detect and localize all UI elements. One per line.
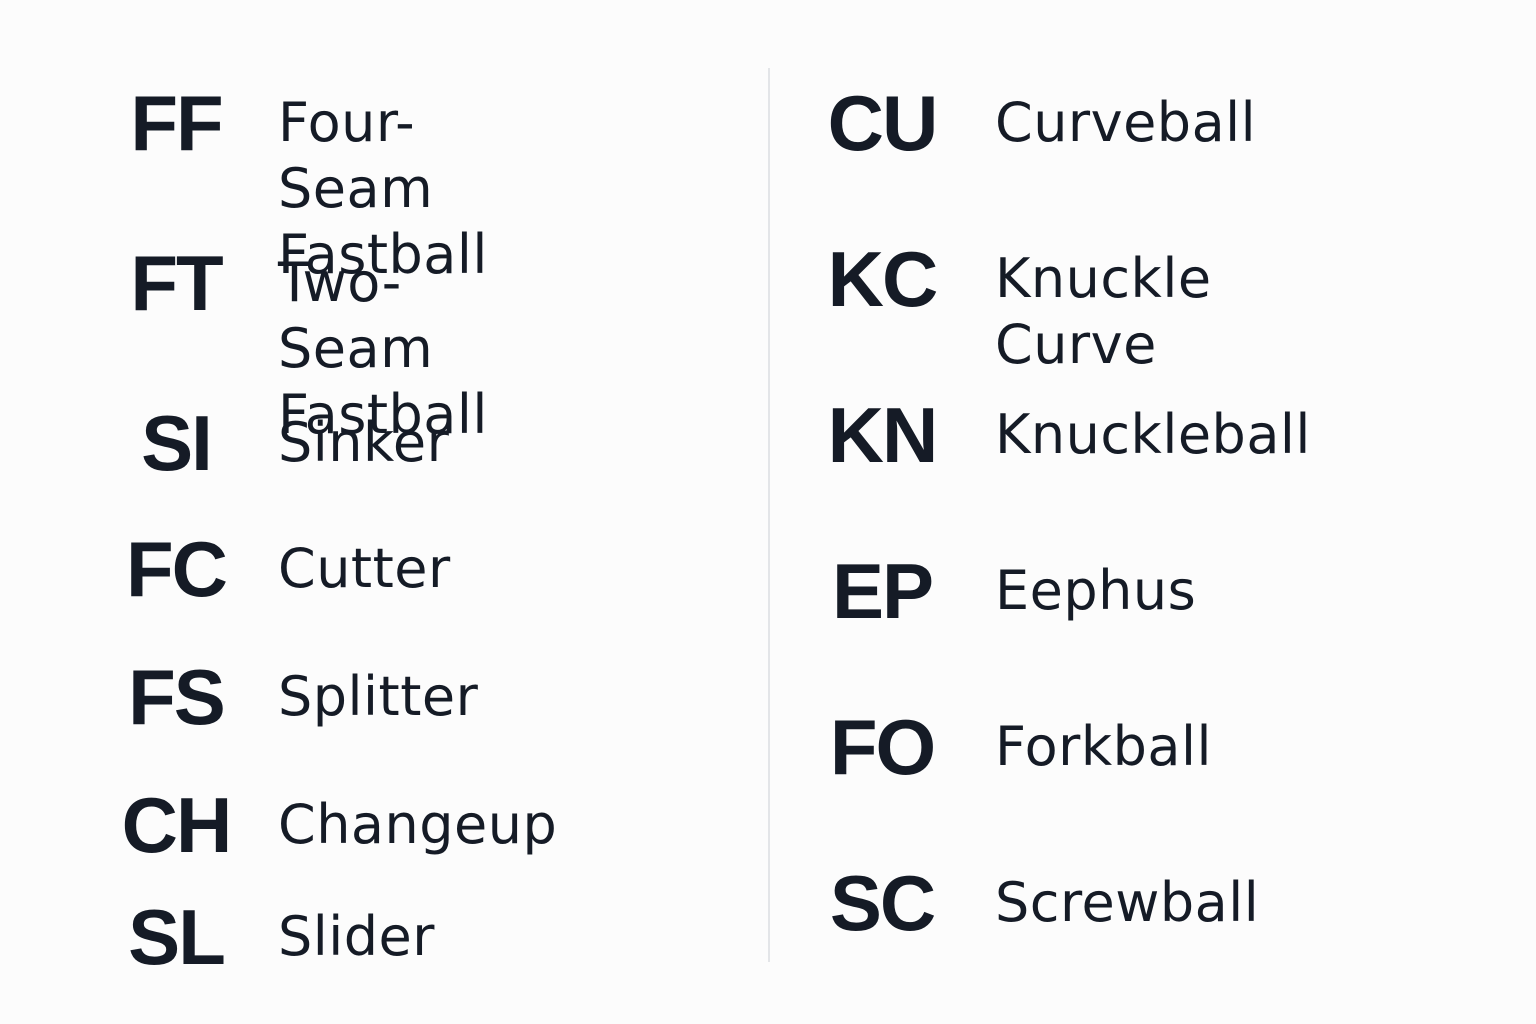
pitch-code: FS xyxy=(128,653,226,741)
pitch-name: Forkball xyxy=(995,715,1213,778)
pitch-name: Slider xyxy=(278,905,435,968)
pitch-type-legend: FF Four-Seam Fastball FT Two-Seam Fastba… xyxy=(0,0,1536,1024)
pitch-name: Knuckleball xyxy=(995,403,1311,466)
pitch-code: CH xyxy=(121,781,233,869)
pitch-code: CU xyxy=(827,79,939,167)
pitch-name: Cutter xyxy=(278,537,451,600)
pitch-code: FT xyxy=(130,239,223,327)
pitch-name: Screwball xyxy=(995,871,1260,934)
pitch-code: SI xyxy=(141,399,213,487)
pitch-name: Splitter xyxy=(278,665,479,728)
pitch-code: SL xyxy=(128,893,226,981)
pitch-code: EP xyxy=(831,547,934,635)
pitch-name: Eephus xyxy=(995,559,1197,622)
pitch-code: KC xyxy=(827,235,939,323)
pitch-name: Sinker xyxy=(278,411,450,474)
pitch-code: FF xyxy=(130,79,223,167)
pitch-name: Changeup xyxy=(278,793,558,856)
pitch-code: KN xyxy=(827,391,939,479)
pitch-code: FC xyxy=(126,525,228,613)
pitch-code: SC xyxy=(829,859,936,947)
pitch-name: Knuckle Curve xyxy=(995,247,1212,376)
pitch-name: Curveball xyxy=(995,91,1257,154)
pitch-code: FO xyxy=(829,703,936,791)
column-divider xyxy=(768,68,770,962)
